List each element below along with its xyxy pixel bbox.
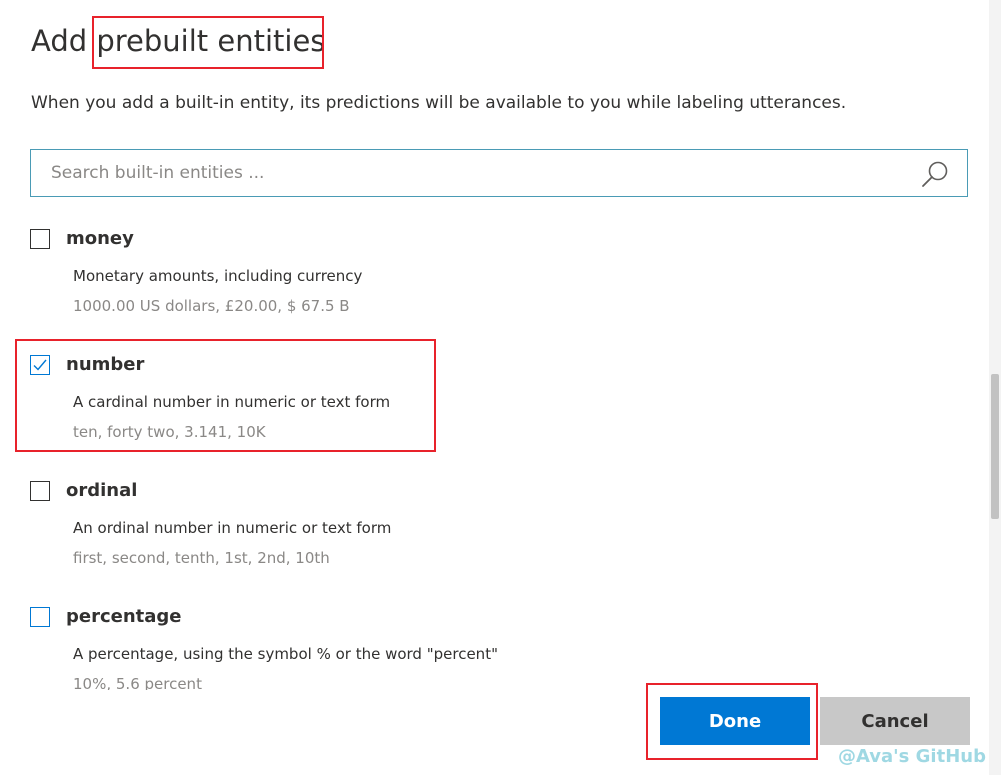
entity-description: A percentage, using the symbol % or the … [73, 645, 498, 663]
cancel-button[interactable]: Cancel [820, 697, 970, 745]
entity-name: money [66, 228, 134, 249]
entity-examples: first, second, tenth, 1st, 2nd, 10th [73, 549, 330, 567]
money-checkbox[interactable] [30, 229, 50, 249]
percentage-checkbox[interactable] [30, 607, 50, 627]
dialog-description: When you add a built-in entity, its pred… [31, 93, 847, 113]
search-input[interactable] [31, 150, 911, 196]
watermark: @Ava's GitHub [838, 746, 986, 767]
entity-examples: 10%, 5.6 percent [73, 675, 202, 690]
entity-item-number: number A cardinal number in numeric or t… [0, 334, 990, 454]
entity-examples: 1000.00 US dollars, £20.00, $ 67.5 B [73, 297, 350, 315]
number-checkbox[interactable] [30, 355, 50, 375]
entity-name: number [66, 354, 145, 375]
checkmark-icon [33, 359, 47, 371]
entity-name: ordinal [66, 480, 138, 501]
search-icon[interactable] [920, 159, 950, 189]
entity-description: A cardinal number in numeric or text for… [73, 393, 391, 411]
entity-item-ordinal: ordinal An ordinal number in numeric or … [0, 460, 990, 580]
done-button[interactable]: Done [660, 697, 810, 745]
dialog-title: Add prebuilt entities [31, 24, 326, 58]
entity-name: percentage [66, 606, 182, 627]
scrollbar-thumb[interactable] [991, 374, 999, 519]
entity-item-percentage: percentage A percentage, using the symbo… [0, 586, 990, 690]
entity-description: An ordinal number in numeric or text for… [73, 519, 392, 537]
entity-description: Monetary amounts, including currency [73, 267, 363, 285]
search-box[interactable] [30, 149, 968, 197]
ordinal-checkbox[interactable] [30, 481, 50, 501]
scrollbar-track[interactable] [989, 0, 1001, 775]
entity-examples: ten, forty two, 3.141, 10K [73, 423, 266, 441]
entity-item-money: money Monetary amounts, including curren… [0, 208, 990, 328]
entity-list[interactable]: money Monetary amounts, including curren… [0, 208, 990, 690]
